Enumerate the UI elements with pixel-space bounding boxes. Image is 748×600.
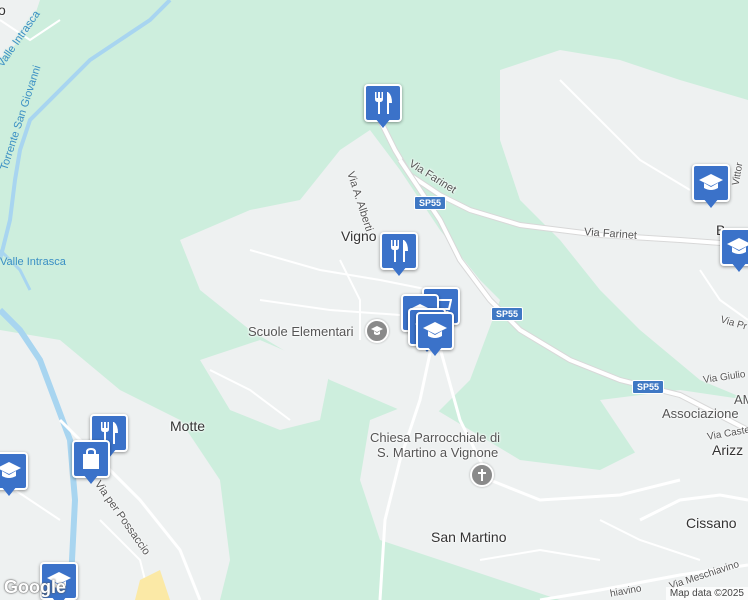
restaurant-marker[interactable] bbox=[364, 84, 402, 130]
fork-knife-icon bbox=[375, 92, 392, 114]
route-shield-sp55: SP55 bbox=[414, 196, 447, 210]
poi-label-scuole-elementari: Scuole Elementari bbox=[248, 324, 354, 339]
map-canvas[interactable]: Torrente San Giovanni Valle Intrasca Val… bbox=[0, 0, 748, 600]
shopping-bag-icon bbox=[83, 448, 99, 469]
restaurant-marker[interactable] bbox=[380, 232, 418, 278]
place-label-arizz: Arizz bbox=[712, 442, 744, 458]
place-label-cissano: Cissano bbox=[686, 515, 737, 531]
poi-label-chiesa-2: S. Martino a Vignone bbox=[377, 445, 499, 460]
google-logo[interactable]: Google bbox=[4, 577, 66, 598]
school-marker[interactable] bbox=[416, 312, 454, 358]
place-label-motte: Motte bbox=[170, 418, 206, 434]
poi-label-associazione: Associazione bbox=[662, 406, 739, 421]
shopping-marker[interactable] bbox=[72, 440, 110, 486]
place-label-san-martino: San Martino bbox=[431, 529, 507, 545]
school-marker[interactable] bbox=[692, 164, 730, 210]
church-poi-icon[interactable] bbox=[470, 463, 494, 487]
fork-knife-icon bbox=[391, 240, 408, 262]
place-label-partial: o bbox=[0, 2, 6, 18]
school-poi-icon[interactable] bbox=[365, 319, 389, 343]
route-shield-sp55: SP55 bbox=[491, 307, 524, 321]
school-marker[interactable] bbox=[720, 228, 748, 274]
graduation-cap-icon bbox=[699, 174, 723, 190]
river-label-valle-intrasca: Valle Intrasca bbox=[0, 256, 66, 268]
graduation-cap-icon bbox=[727, 238, 748, 254]
map-attribution[interactable]: Map data ©2025 bbox=[665, 587, 748, 600]
poi-label-am: AM bbox=[734, 392, 748, 407]
graduation-cap-icon bbox=[0, 462, 21, 478]
graduation-cap-icon bbox=[423, 322, 447, 338]
poi-label-chiesa-1: Chiesa Parrocchiale di bbox=[370, 430, 501, 445]
school-marker[interactable] bbox=[0, 452, 28, 498]
route-shield-sp55: SP55 bbox=[632, 380, 665, 394]
